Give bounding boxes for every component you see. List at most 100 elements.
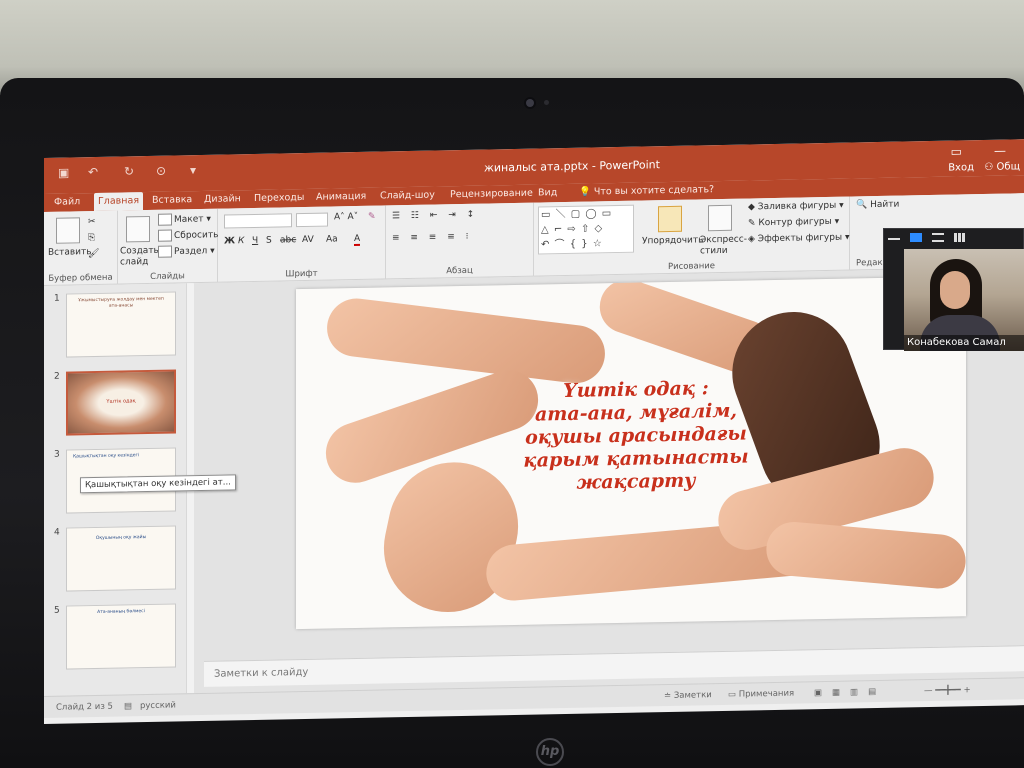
shapes-gallery[interactable]: ▭ ＼ ▢ ◯ ▭ △ ⌐ ⇨ ⇧ ◇ ↶ ⌒ { } ☆ — [538, 204, 634, 255]
slideshow-icon[interactable]: ⊙ — [156, 164, 166, 178]
redo-icon[interactable]: ↻ — [124, 164, 134, 178]
slide-title[interactable]: Үштік одақ : ата-ана, мұғалім, оқушы ара… — [426, 375, 846, 498]
participant-name: Конабекова Самал — [904, 335, 1024, 351]
undo-icon[interactable]: ↶ — [88, 165, 98, 179]
tab-design[interactable]: Дизайн — [200, 190, 245, 209]
clear-format-icon[interactable]: ✎ — [368, 212, 376, 222]
shape-outline-label: Контур фигуры — [758, 216, 832, 229]
paste-icon[interactable] — [56, 217, 80, 244]
hand-image — [763, 519, 966, 591]
reset-icon — [158, 229, 172, 242]
save-icon[interactable]: ▣ — [58, 166, 69, 180]
slide-thumbnail-5[interactable]: Ата-ананың бөлмесі — [66, 603, 176, 670]
shape-fill-label: Заливка фигуры — [757, 200, 837, 213]
group-label-slides: Слайды — [150, 271, 185, 282]
share-button[interactable]: ⚇ Общ — [984, 161, 1020, 173]
shadow-button[interactable]: S — [266, 236, 272, 246]
language-indicator[interactable]: русский — [140, 700, 176, 711]
active-speaker-view-icon[interactable] — [910, 233, 922, 242]
group-drawing: ▭ ＼ ▢ ◯ ▭ △ ⌐ ⇨ ⇧ ◇ ↶ ⌒ { } ☆ Упорядочить … — [534, 196, 850, 277]
notes-button[interactable]: ≐ Заметки — [664, 690, 712, 701]
font-name-input[interactable] — [224, 213, 292, 229]
tab-animation[interactable]: Анимация — [312, 188, 370, 207]
thumb-text: Ұжымыстыруға жолдау мен мектеп ата-анасы — [78, 296, 164, 309]
video-call-overlay: Конабекова Самал — [883, 228, 1024, 351]
section-icon — [158, 245, 172, 258]
arrange-button[interactable]: Упорядочить — [642, 235, 703, 246]
hp-logo-icon: hp — [536, 738, 564, 766]
shape-effects-button[interactable]: ◈ Эффекты фигуры ▾ — [748, 233, 849, 245]
find-label: Найти — [870, 199, 900, 211]
thumb-text: Ата-ананың бөлмесі — [97, 609, 145, 615]
new-slide-button[interactable]: Создать слайд — [120, 246, 160, 269]
group-paragraph: ☰ ☷ ⇤ ⇥ ↕ ≡ ≡ ≡ ≡ ⁝ Абзац — [386, 202, 534, 280]
notes-label: Заметки — [673, 690, 712, 701]
customize-icon[interactable]: ▾ — [190, 163, 196, 177]
shape-effects-label: Эффекты фигуры — [757, 232, 843, 245]
slide-thumbnail-4[interactable]: Оқушының оқу жайы — [66, 525, 176, 592]
layout-icon — [158, 213, 172, 226]
char-spacing-button[interactable]: AV — [302, 235, 314, 245]
thumb-number: 2 — [54, 371, 60, 382]
tab-transitions[interactable]: Переходы — [250, 189, 308, 208]
layout-button[interactable]: Макет ▾ — [158, 213, 211, 226]
comments-label: Примечания — [738, 688, 795, 700]
group-label-clipboard: Буфер обмена — [48, 272, 113, 284]
minimize-icon[interactable]: — — [994, 144, 1006, 158]
slide-thumbnails-pane: 1 Ұжымыстыруға жолдау мен мектеп ата-ана… — [44, 283, 236, 696]
arrange-icon[interactable] — [658, 205, 682, 233]
quick-styles-button[interactable]: Экспресс-стили — [700, 235, 747, 258]
copy-icon[interactable]: ⎘ — [88, 233, 95, 243]
thumb-number: 1 — [54, 293, 60, 304]
participant-video[interactable]: Конабекова Самал — [904, 249, 1024, 351]
slide-thumbnail-2[interactable]: Үштік одақ — [66, 369, 176, 436]
change-case-button[interactable]: Aa — [326, 234, 338, 244]
reset-button[interactable]: Сбросить — [158, 229, 218, 242]
reset-label: Сбросить — [174, 230, 219, 242]
shape-outline-button[interactable]: ✎ Контур фигуры ▾ — [748, 217, 839, 229]
font-color-button[interactable]: A — [354, 233, 361, 247]
view-buttons-icon[interactable]: ▣▦▥▤ — [814, 687, 886, 698]
strip-view-icon[interactable] — [932, 233, 944, 242]
sign-in-link[interactable]: Вход — [948, 162, 974, 173]
find-button[interactable]: 🔍 Найти — [856, 200, 899, 211]
slide-canvas[interactable]: Үштік одақ : ата-ана, мұғалім, оқушы ара… — [296, 276, 966, 630]
comments-button[interactable]: ▭ Примечания — [728, 689, 794, 700]
gallery-view-icon[interactable] — [954, 233, 966, 242]
shape-fill-button[interactable]: ◆ Заливка фигуры ▾ — [748, 201, 844, 213]
spellcheck-icon[interactable]: ▤ — [124, 701, 132, 711]
thumb-number: 5 — [54, 605, 60, 616]
notes-placeholder: Заметки к слайду — [214, 666, 309, 680]
group-font: A˄ A˅ ✎ Ж К Ч S abc AV Aa A Шрифт — [218, 205, 386, 283]
strikethrough-button[interactable]: abc — [280, 235, 296, 245]
tooltip: Қашықтықтан оқу кезіндегі ат... — [80, 474, 236, 494]
paste-button[interactable]: Вставить — [48, 247, 92, 258]
align-buttons-icon[interactable]: ≡ ≡ ≡ ≡ ⁝ — [392, 232, 472, 244]
bold-button[interactable]: Ж — [224, 236, 235, 246]
section-button[interactable]: Раздел ▾ — [158, 245, 215, 258]
window-title: жиналыс ата.pptx - PowerPoint — [484, 158, 660, 175]
thumb-number: 3 — [54, 449, 60, 460]
cut-icon[interactable]: ✂ — [88, 217, 96, 227]
grow-font-icon[interactable]: A˄ A˅ — [334, 212, 358, 222]
font-size-input[interactable] — [296, 212, 328, 228]
italic-button[interactable]: К — [238, 236, 244, 246]
tab-review[interactable]: Рецензирование — [446, 185, 537, 205]
workspace: 1 Ұжымыстыруға жолдау мен мектеп ата-ана… — [44, 267, 1024, 696]
new-slide-icon[interactable] — [126, 215, 150, 243]
tab-slideshow[interactable]: Слайд-шоу — [376, 186, 439, 205]
thumb-text: Қашықтықтан оқу кезіндегі — [73, 453, 140, 460]
minimize-video-icon[interactable] — [888, 233, 900, 240]
slide-thumbnail-1[interactable]: Ұжымыстыруға жолдау мен мектеп ата-анасы — [66, 291, 176, 358]
tab-home[interactable]: Главная — [94, 192, 144, 212]
tab-insert[interactable]: Вставка — [148, 191, 196, 210]
group-slides: Создать слайд Макет ▾ Сбросить Раздел ▾ … — [118, 208, 218, 285]
tab-view[interactable]: Вид — [534, 184, 561, 203]
list-buttons-icon[interactable]: ☰ ☷ ⇤ ⇥ ↕ — [392, 210, 478, 222]
zoom-slider[interactable]: — ━━╋━━ + — [924, 685, 971, 696]
tab-file[interactable]: Файл — [50, 193, 84, 212]
quick-styles-icon[interactable] — [708, 204, 732, 232]
format-painter-icon[interactable]: 🖌 — [88, 249, 99, 259]
ribbon-display-icon[interactable]: ▭ — [951, 144, 962, 158]
underline-button[interactable]: Ч — [252, 236, 258, 246]
